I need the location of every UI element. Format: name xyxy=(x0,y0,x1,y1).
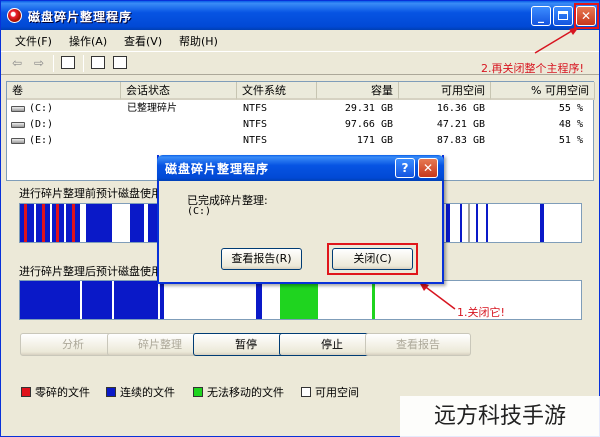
col-status[interactable]: 会话状态 xyxy=(121,82,237,100)
properties-icon[interactable] xyxy=(91,56,105,69)
menu-help[interactable]: 帮助(H) xyxy=(179,33,218,49)
map-segment xyxy=(114,281,158,319)
unmovable-swatch xyxy=(193,387,203,397)
menu-action[interactable]: 操作(A) xyxy=(69,33,107,49)
drive-icon xyxy=(11,138,25,144)
legend-item: 可用空间 xyxy=(301,384,359,400)
annotation-close-dialog: 1.关闭它! xyxy=(457,306,505,319)
before-map-label: 进行碎片整理前预计磁盘使用量: xyxy=(19,187,177,200)
close-dialog-highlight-box xyxy=(327,243,418,275)
free-space: 16.36 GB xyxy=(436,103,485,114)
maximize-icon xyxy=(558,11,568,20)
capacity: 97.66 GB xyxy=(344,119,393,130)
legend-item: 零碎的文件 xyxy=(21,384,90,400)
session-status: 已整理碎片 xyxy=(127,103,177,114)
map-segment xyxy=(280,281,318,319)
map-segment xyxy=(468,204,470,242)
dialog-drive: (C:) xyxy=(187,206,212,217)
annotation-arrow-bottom xyxy=(419,282,456,310)
map-segment xyxy=(72,204,75,242)
dialog-title-bar[interactable]: 磁盘碎片整理程序 ? ✕ xyxy=(157,155,444,181)
view-report-dialog-button[interactable]: 查看报告(R) xyxy=(221,248,302,270)
legend-label: 连续的文件 xyxy=(120,386,175,399)
volume-row[interactable]: (E:) NTFS 171 GB 87.83 GB 51 % xyxy=(7,133,595,149)
map-segment xyxy=(160,281,164,319)
map-segment xyxy=(56,204,59,242)
capacity: 29.31 GB xyxy=(344,103,393,114)
col-filesystem[interactable]: 文件系统 xyxy=(237,82,317,100)
legend-label: 无法移动的文件 xyxy=(207,386,284,399)
volume-row[interactable]: (D:) NTFS 97.66 GB 47.21 GB 48 % xyxy=(7,117,595,133)
console-icon[interactable] xyxy=(61,56,75,69)
free-space: 47.21 GB xyxy=(436,119,485,130)
map-segment xyxy=(42,204,45,242)
file-system: NTFS xyxy=(243,103,268,114)
minimize-icon: _ xyxy=(538,9,544,23)
back-arrow-icon[interactable]: ⇦ xyxy=(9,55,25,71)
window-title: 磁盘碎片整理程序 xyxy=(28,10,133,24)
volume-row[interactable]: (C:) 已整理碎片 NTFS 29.31 GB 16.36 GB 55 % xyxy=(7,101,595,117)
map-segment xyxy=(446,204,450,242)
file-system: NTFS xyxy=(243,119,268,130)
legend-item: 连续的文件 xyxy=(106,384,175,400)
drive-icon xyxy=(11,122,25,128)
capacity: 171 GB xyxy=(356,135,393,146)
map-segment xyxy=(476,204,478,242)
map-segment xyxy=(64,204,66,242)
dialog-title: 磁盘碎片整理程序 xyxy=(165,162,270,176)
toolbar-separator xyxy=(83,55,84,72)
map-segment xyxy=(256,281,262,319)
col-capacity[interactable]: 容量 xyxy=(317,82,399,100)
fragmented-swatch xyxy=(21,387,31,397)
volume-name: (E:) xyxy=(29,135,54,146)
col-pct-free[interactable]: % 可用空间 xyxy=(491,82,595,100)
col-free[interactable]: 可用空间 xyxy=(399,82,491,100)
after-map-label: 进行碎片整理后预计磁盘使用量: xyxy=(19,265,177,278)
map-segment xyxy=(34,204,36,242)
dialog-help-button[interactable]: ? xyxy=(395,158,415,178)
legend-item: 无法移动的文件 xyxy=(193,384,284,400)
map-segment xyxy=(86,204,112,242)
contiguous-swatch xyxy=(106,387,116,397)
legend-label: 可用空间 xyxy=(315,386,359,399)
app-icon xyxy=(7,8,22,23)
annotation-arrow-top xyxy=(534,27,579,54)
legend-label: 零碎的文件 xyxy=(35,386,90,399)
free-space: 87.83 GB xyxy=(436,135,485,146)
help-icon[interactable] xyxy=(113,56,127,69)
volume-name: (D:) xyxy=(29,119,54,130)
title-bar[interactable]: 磁盘碎片整理程序 _ ✕ xyxy=(1,1,599,30)
map-segment xyxy=(540,204,544,242)
pct-free: 55 % xyxy=(558,103,583,114)
drive-icon xyxy=(11,106,25,112)
map-segment xyxy=(486,204,488,242)
forward-arrow-icon[interactable]: ⇨ xyxy=(31,55,47,71)
toolbar-separator xyxy=(53,55,54,72)
map-segment xyxy=(372,281,375,319)
help-icon: ? xyxy=(401,161,409,175)
dialog-close-button[interactable]: ✕ xyxy=(418,158,438,178)
file-system: NTFS xyxy=(243,135,268,146)
completion-dialog: 磁盘碎片整理程序 ? ✕ 已完成碎片整理: (C:) 查看报告(R) 关闭(C) xyxy=(157,155,444,284)
watermark: 远方科技手游 xyxy=(400,396,600,437)
map-segment xyxy=(460,204,462,242)
map-segment xyxy=(82,281,112,319)
free-space-swatch xyxy=(301,387,311,397)
annotation-close-main: 2.再关闭整个主程序! xyxy=(481,62,584,75)
map-segment xyxy=(20,281,80,319)
view-report-button[interactable]: 查看报告 xyxy=(365,333,471,356)
map-segment xyxy=(50,204,52,242)
map-segment xyxy=(130,204,144,242)
map-segment xyxy=(24,204,27,242)
menu-file[interactable]: 文件(F) xyxy=(15,33,52,49)
pct-free: 51 % xyxy=(558,135,583,146)
menu-bar: 文件(F) 操作(A) 查看(V) 帮助(H) xyxy=(1,30,599,50)
volume-name: (C:) xyxy=(29,103,54,114)
pct-free: 48 % xyxy=(558,119,583,130)
col-volume[interactable]: 卷 xyxy=(7,82,121,100)
close-icon: ✕ xyxy=(422,161,434,175)
menu-view[interactable]: 查看(V) xyxy=(124,33,162,49)
